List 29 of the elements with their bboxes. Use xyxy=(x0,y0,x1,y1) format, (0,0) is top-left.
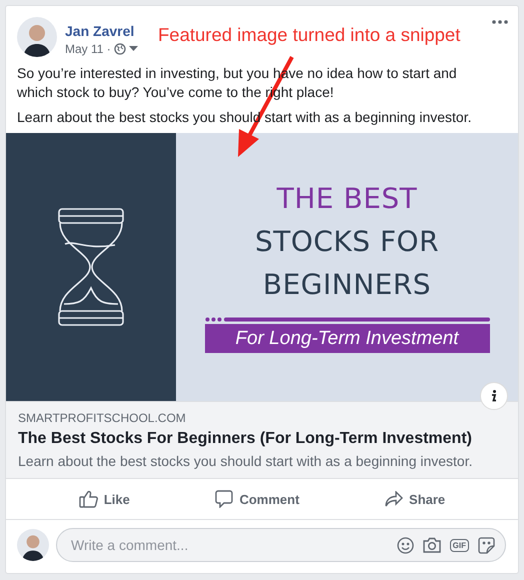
globe-icon xyxy=(114,43,126,55)
thumbs-up-icon xyxy=(78,490,98,508)
divider-bar-icon xyxy=(204,317,490,322)
author-name[interactable]: Jan Zavrel xyxy=(65,23,138,39)
hourglass-icon xyxy=(58,208,124,326)
comment-button[interactable]: Comment xyxy=(207,486,308,512)
link-domain: SMARTPROFITSCHOOL.COM xyxy=(18,411,187,425)
caret-icon[interactable] xyxy=(128,46,138,52)
link-title: The Best Stocks For Beginners (For Long-Term Investment) xyxy=(18,430,473,448)
share-arrow-icon xyxy=(385,491,404,507)
like-button[interactable]: Like xyxy=(70,486,138,512)
annotation-text: Featured image turned into a snippet xyxy=(158,24,460,46)
more-options-icon[interactable] xyxy=(492,20,508,24)
image-banner: For Long-Term Investment xyxy=(204,324,490,353)
comment-field[interactable]: Write a comment... GIF xyxy=(56,528,506,562)
image-headline: BEGINNERS xyxy=(262,267,432,303)
image-headline: STOCKS FOR xyxy=(254,224,440,260)
smiley-icon[interactable] xyxy=(396,536,414,554)
sticker-icon[interactable] xyxy=(478,536,495,554)
gif-button[interactable]: GIF xyxy=(450,538,469,552)
speech-bubble-icon xyxy=(215,490,234,508)
post-date[interactable]: May 11 · xyxy=(65,42,111,56)
image-headline: THE BEST xyxy=(276,181,418,217)
avatar-icon xyxy=(17,17,57,57)
share-button[interactable]: Share xyxy=(377,487,454,511)
camera-icon[interactable] xyxy=(422,537,441,553)
link-description: Learn about the best stocks you should start with as a beginning investor. xyxy=(18,453,474,469)
avatar-icon xyxy=(17,529,49,561)
link-preview[interactable]: SMARTPROFITSCHOOL.COM The Best Stocks For Beginners (For Long-Term Investment) Learn about the best stocks you should start with as a beginning investor. xyxy=(6,401,518,479)
